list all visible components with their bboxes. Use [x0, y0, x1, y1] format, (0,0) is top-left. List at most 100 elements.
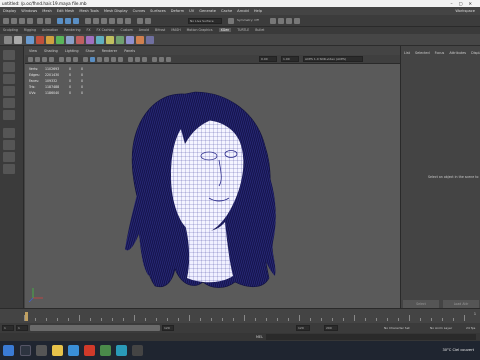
snap-view-icon[interactable] — [117, 18, 123, 24]
maya-icon[interactable] — [116, 345, 127, 356]
menu-cache[interactable]: Cache — [221, 9, 232, 13]
shelf-tab-custom[interactable]: Custom — [120, 28, 132, 32]
file-explorer-icon[interactable] — [52, 345, 63, 356]
panel-menu-lighting[interactable]: Lighting — [65, 49, 79, 53]
redo-icon[interactable] — [45, 18, 51, 24]
menu-display[interactable]: Display — [3, 9, 16, 13]
panel-menu-show[interactable]: Show — [86, 49, 95, 53]
wireframe-on-shaded-icon[interactable] — [97, 57, 102, 62]
shelf-tab-motion-graphics[interactable]: Motion Graphics — [187, 28, 213, 32]
playback-end-field[interactable]: 120 — [162, 325, 174, 331]
scale-value-field[interactable]: 1.00 — [281, 56, 299, 62]
menu-mesh-tools[interactable]: Mesh Tools — [79, 9, 98, 13]
xgen-noise-icon[interactable] — [126, 36, 134, 44]
attr-tab-focus[interactable]: Focus — [435, 51, 445, 55]
shelf-tab-rendering[interactable]: Rendering — [64, 28, 80, 32]
start-icon[interactable] — [3, 345, 14, 356]
xgen-clump-icon[interactable] — [116, 36, 124, 44]
hypershade-icon[interactable] — [294, 18, 300, 24]
playback-start-field[interactable]: 1 — [16, 325, 28, 331]
xgen-brush-icon[interactable] — [66, 36, 74, 44]
textured-icon[interactable] — [104, 57, 109, 62]
select-button[interactable]: Select — [403, 300, 439, 308]
shelf-tab-xgen[interactable]: XGen — [218, 28, 232, 32]
shelf-tab-fx[interactable]: FX — [87, 28, 91, 32]
colorspace-field[interactable]: ACES 1.0 SDR-video (ACES) — [303, 56, 363, 62]
select-component-icon[interactable] — [73, 18, 79, 24]
snap-curve-icon[interactable] — [101, 18, 107, 24]
symmetry-icon[interactable] — [228, 18, 234, 24]
xgen-create-icon[interactable] — [36, 36, 44, 44]
bookmark-icon[interactable] — [42, 57, 47, 62]
task-view-icon[interactable] — [36, 345, 47, 356]
menu-uv[interactable]: UV — [189, 9, 194, 13]
shelf-curve-icon[interactable] — [14, 36, 22, 44]
rotate-tool-icon[interactable] — [3, 98, 15, 108]
menu-help[interactable]: Help — [254, 9, 262, 13]
mel-input[interactable] — [266, 334, 476, 340]
search-icon[interactable] — [20, 345, 31, 356]
shelf-tab-mash[interactable]: MASH — [171, 28, 180, 32]
open-scene-icon[interactable] — [19, 18, 25, 24]
camera-value-field[interactable]: 0.00 — [259, 56, 277, 62]
load-attributes-button[interactable]: Load Attr — [443, 300, 479, 308]
paint-select-icon[interactable] — [3, 74, 15, 84]
snap-surface-icon[interactable] — [125, 18, 131, 24]
current-time-indicator[interactable] — [25, 312, 28, 321]
selection-mask-icon[interactable] — [85, 18, 91, 24]
menu-generate[interactable]: Generate — [199, 9, 216, 13]
select-tool-icon[interactable] — [3, 50, 15, 60]
wireframe-icon[interactable] — [83, 57, 88, 62]
new-scene-icon[interactable] — [11, 18, 17, 24]
menu-curves[interactable]: Curves — [133, 9, 145, 13]
lasso-tool-icon[interactable] — [3, 62, 15, 72]
isolate-icon[interactable] — [142, 57, 147, 62]
attr-tab-list[interactable]: List — [404, 51, 410, 55]
chrome-icon[interactable] — [100, 345, 111, 356]
resolution-gate-icon[interactable] — [73, 57, 78, 62]
fps-dropdown[interactable]: 24 fps — [466, 325, 475, 331]
xray-joints-icon[interactable] — [135, 57, 140, 62]
menu-surfaces[interactable]: Surfaces — [150, 9, 166, 13]
xgen-preview-icon[interactable] — [146, 36, 154, 44]
render-settings-icon[interactable] — [286, 18, 292, 24]
save-scene-icon[interactable] — [27, 18, 33, 24]
select-hierarchy-icon[interactable] — [57, 18, 63, 24]
image-plane-icon[interactable] — [49, 57, 54, 62]
camera-attr-icon[interactable] — [35, 57, 40, 62]
range-slider[interactable] — [30, 325, 160, 331]
shelf-tab-bullet[interactable]: Bullet — [255, 28, 264, 32]
shelf-tab-rigging[interactable]: Rigging — [24, 28, 36, 32]
xgen-coil-icon[interactable] — [136, 36, 144, 44]
move-tool-icon[interactable] — [3, 86, 15, 96]
attr-tab-selected[interactable]: Selected — [415, 51, 430, 55]
end-frame-field[interactable]: 120 — [296, 325, 310, 331]
xgen-cut-icon[interactable] — [76, 36, 84, 44]
weather-widget[interactable]: 30°C Ciel couvert — [442, 348, 474, 352]
xray-icon[interactable] — [128, 57, 133, 62]
depth-of-field-icon[interactable] — [166, 57, 171, 62]
xgen-width-icon[interactable] — [106, 36, 114, 44]
shelf-tab-bifrost[interactable]: Bifrost — [155, 28, 165, 32]
film-gate-icon[interactable] — [66, 57, 71, 62]
head-hair-model[interactable] — [25, 64, 400, 308]
symmetry-field[interactable]: Symmetry: Off — [236, 18, 266, 24]
history-icon[interactable] — [137, 18, 143, 24]
live-surface-field[interactable]: No Live Surface — [188, 18, 222, 24]
menu-windows[interactable]: Windows — [21, 9, 37, 13]
shelf-tab-sculpting[interactable]: Sculpting — [3, 28, 18, 32]
single-perspective-icon[interactable] — [3, 128, 15, 138]
ipr-render-icon[interactable] — [278, 18, 284, 24]
lights-icon[interactable] — [111, 57, 116, 62]
antialias-icon[interactable] — [159, 57, 164, 62]
graph-layout-icon[interactable] — [3, 164, 15, 174]
mel-label[interactable]: MEL — [256, 333, 263, 341]
shadows-icon[interactable] — [118, 57, 123, 62]
menu-deform[interactable]: Deform — [171, 9, 184, 13]
camera-select-icon[interactable] — [28, 57, 33, 62]
outliner-layout-icon[interactable] — [3, 152, 15, 162]
smooth-shade-icon[interactable] — [90, 57, 95, 62]
panel-menu-view[interactable]: View — [29, 49, 37, 53]
grid-toggle-icon[interactable] — [59, 57, 64, 62]
xgen-editor-icon[interactable] — [26, 36, 34, 44]
